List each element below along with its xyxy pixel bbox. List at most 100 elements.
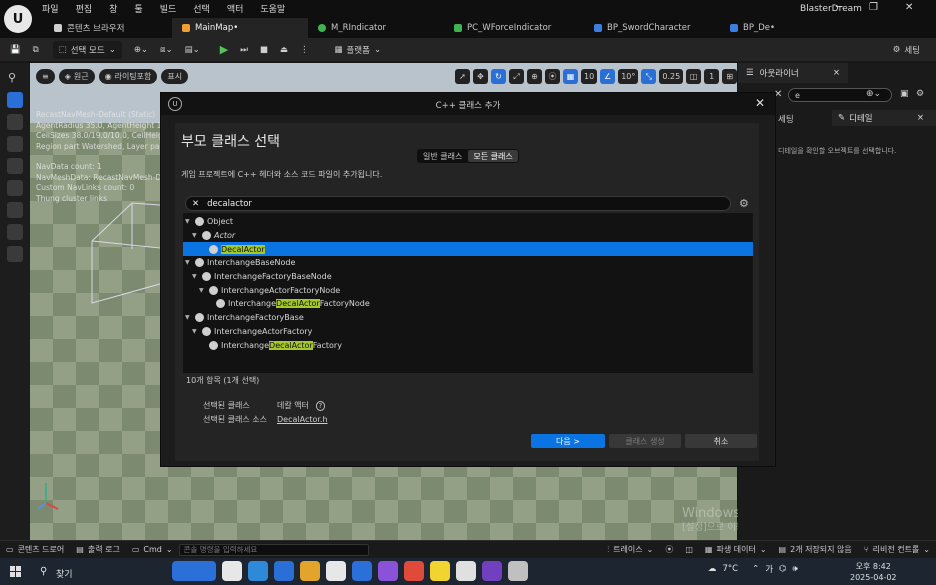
tab-material[interactable]: M_RIndicator [308,18,444,38]
taskbar-app-icon[interactable] [378,561,398,581]
eject-button[interactable]: ⏏ [274,41,294,59]
tree-node[interactable]: ▼ InterchangeFactoryBase [183,311,753,325]
lighting-button[interactable]: ◉ 라이팅포함 [98,69,158,84]
create-class-button[interactable]: 클래스 생성 [609,434,681,448]
menu-help[interactable]: 도움말 [260,2,285,15]
settings-dropdown[interactable]: ⚙ 세팅 [887,41,926,59]
taskbar-app-icon[interactable] [456,561,476,581]
volume-icon[interactable]: 🕪 [792,564,797,574]
ime-indicator[interactable]: 가 [765,563,773,575]
settings-tab[interactable]: 세팅 [778,113,794,125]
cmd-dropdown[interactable]: ▭ Cmd ⌄ [126,541,179,559]
tree-node[interactable]: ▼ Actor [183,229,753,243]
all-classes-toggle[interactable]: 모든 클래스 [468,150,518,162]
add-content-button[interactable]: ⊕⌄ [128,41,154,59]
taskbar-app-icon[interactable] [482,561,502,581]
tree-node[interactable]: InterchangeDecalActorFactory [183,338,753,352]
play-options-button[interactable]: ⋮ [294,41,315,59]
tab-param-collection[interactable]: PC_WForceIndicator [444,18,584,38]
close-window-button[interactable]: ✕ [905,2,913,13]
common-classes-toggle[interactable]: 일반 클래스 [418,150,467,162]
unsaved-button[interactable]: ▤ 2개 저장되지 않음 [773,541,858,559]
select-tool-icon[interactable] [7,92,23,108]
taskbar-app-icon[interactable] [508,561,528,581]
menu-window[interactable]: 창 [109,2,117,15]
viewport-menu-button[interactable]: ≡ [36,69,55,84]
output-log-button[interactable]: ▤ 출력 로그 [70,541,126,559]
taskbar-app-icon[interactable] [300,561,320,581]
weather-icon[interactable]: ☁ [708,564,717,574]
grid-snap-value[interactable]: 10 [581,69,598,84]
rotation-snap-toggle[interactable]: ∠ [600,69,616,84]
scale-snap-value[interactable]: 0.25 [659,69,684,84]
taskbar-clock[interactable]: 오후 8:42 2025-04-02 [850,561,897,583]
tab-blueprint-de[interactable]: BP_De• [720,18,790,38]
source-control-button[interactable]: ⧉ [27,41,45,59]
sphere-icon[interactable] [7,180,23,196]
grid-snap-toggle[interactable]: ▦ [563,69,578,84]
taskbar-app-icon[interactable] [430,561,450,581]
select-mode-dropdown[interactable]: ⬚ 선택 모드 ⌄ [52,40,122,59]
expand-arrow-icon[interactable]: ▼ [199,287,206,294]
select-mode-icon[interactable]: ➚ [455,69,470,84]
next-button[interactable]: 다음 > [531,434,605,448]
gear-icon[interactable]: ⚙ [739,197,749,210]
expand-arrow-icon[interactable]: ▼ [185,314,192,321]
camera-speed-value[interactable]: 1 [704,69,720,84]
tree-node[interactable]: InterchangeDecalActorFactoryNode [183,297,753,311]
unreal-logo-icon[interactable]: U [4,5,32,33]
selected-source-link[interactable]: DecalActor.h [277,413,328,427]
expand-arrow-icon[interactable]: ▼ [185,218,192,225]
tree-node[interactable]: ▼ Object [183,215,753,229]
taskbar-app-icon[interactable] [274,561,294,581]
rotate-icon[interactable]: ↻ [491,69,506,84]
taskbar-app-icon[interactable] [248,561,268,581]
expand-arrow-icon[interactable]: ▼ [192,328,199,335]
taskbar-app-icon[interactable] [222,561,242,581]
tree-node[interactable]: ▼ InterchangeFactoryBaseNode [183,270,753,284]
view-mode-button[interactable]: ◈ 원근 [58,69,95,84]
scale-icon[interactable]: ⤢ [509,69,524,84]
minimize-button[interactable]: ─ [836,2,842,13]
expand-arrow-icon[interactable]: ▼ [185,259,192,266]
save-button[interactable]: 💾 [4,41,27,59]
taskbar-app-icon[interactable] [352,561,372,581]
record-icon[interactable]: ⦿ [659,541,679,559]
volume-icon[interactable] [7,246,23,262]
platforms-dropdown[interactable]: ▦ 플랫폼 ⌄ [328,41,387,59]
maximize-viewport-icon[interactable]: ⊞ [722,69,738,84]
cylinder-icon[interactable] [7,136,23,152]
details-tab[interactable]: ✎ 디테일 × [832,110,936,126]
menu-edit[interactable]: 편집 [76,2,93,15]
step-button[interactable]: ⏭ [234,41,254,59]
play-button[interactable]: ▶ [214,41,234,59]
search-icon[interactable]: ⚲ [40,566,47,577]
cinematics-button[interactable]: ▤⌄ [179,41,206,59]
show-button[interactable]: 표시 [161,69,189,84]
scale-snap-toggle[interactable]: ⤡ [641,69,657,84]
weather-temp[interactable]: 7°C [723,564,739,574]
derived-data-button[interactable]: ▦ 파생 데이터 ⌄ [699,541,773,559]
tab-mainmap[interactable]: MainMap• [172,18,308,38]
tree-node[interactable]: ▼ InterchangeActorFactoryNode [183,284,753,298]
blueprint-menu-button[interactable]: ⧈⌄ [154,41,179,59]
surface-snap-icon[interactable]: ⦿ [545,69,560,84]
tree-node[interactable]: ▼ InterchangeBaseNode [183,256,753,270]
menu-file[interactable]: 파일 [42,2,59,15]
outliner-save-icon[interactable]: ▣ [900,89,909,99]
expand-arrow-icon[interactable]: ▼ [192,232,199,239]
screenshot-icon[interactable]: ◫ [679,541,699,559]
windows-start-icon[interactable] [10,566,21,577]
close-icon[interactable]: × [833,68,840,78]
tab-blueprint-sword[interactable]: BP_SwordCharacter [584,18,720,38]
cube-icon[interactable] [7,114,23,130]
outliner-settings-icon[interactable]: ⚙ [916,89,924,99]
translate-icon[interactable]: ✥ [473,69,488,84]
class-search-input[interactable]: ✕ decalactor [185,196,731,211]
tab-content-browser[interactable]: 콘텐츠 브라우저 [44,18,172,38]
console-command-input[interactable]: 콘솔 명령을 입력하세요 [178,543,369,556]
clear-search-icon[interactable]: ✕ [192,199,199,209]
menu-actor[interactable]: 액터 [227,2,244,15]
trace-button[interactable]: ⫶ 트레이스 ⌄ [601,541,659,559]
menu-build[interactable]: 빌드 [160,2,177,15]
